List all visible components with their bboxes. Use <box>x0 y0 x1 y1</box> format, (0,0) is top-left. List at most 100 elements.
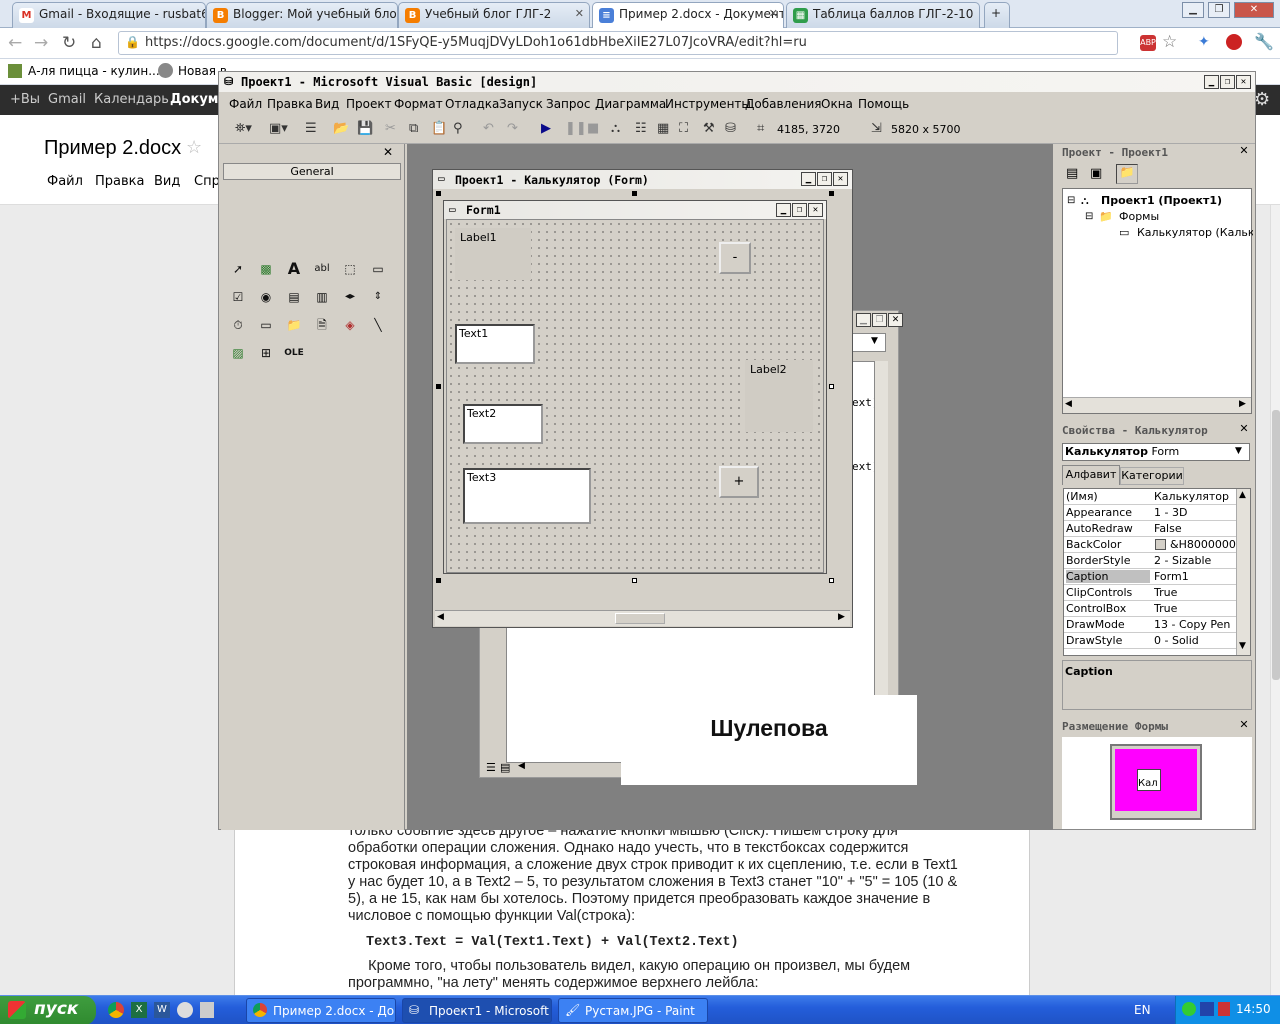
document-scrollbar[interactable] <box>1270 205 1280 995</box>
opera-icon[interactable] <box>1226 34 1242 50</box>
extension-icon[interactable]: ✦ <box>1198 34 1210 50</box>
reload-icon[interactable]: ↻ <box>62 33 76 53</box>
form1-client-area[interactable]: Label1 - Text1 Label2 Text2 Text3 + <box>446 219 824 573</box>
bookmark-item[interactable]: А-ля пицца - кулин... <box>28 64 160 78</box>
redo-icon[interactable]: ↷ <box>507 121 518 136</box>
commandbutton-tool-icon[interactable]: ▭ <box>367 258 389 280</box>
label-tool-icon[interactable]: A <box>283 258 305 280</box>
menu-help[interactable]: Помощь <box>858 97 909 111</box>
label1-control[interactable]: Label1 <box>455 228 531 280</box>
property-value[interactable]: Калькулятор <box>1154 490 1236 503</box>
star-icon[interactable]: ☆ <box>186 137 202 158</box>
object-browser-icon[interactable]: ⛶ <box>679 121 688 136</box>
excel-icon[interactable]: X <box>131 1002 147 1018</box>
gear-icon[interactable]: ⚙ <box>1254 89 1270 110</box>
minimize-button[interactable]: ▁ <box>801 172 816 186</box>
home-icon[interactable]: ⌂ <box>91 33 102 53</box>
language-indicator[interactable]: EN <box>1134 1003 1151 1017</box>
frame-tool-icon[interactable]: ⬚ <box>339 258 361 280</box>
back-icon[interactable]: ← <box>8 33 22 53</box>
scroll-right-icon[interactable]: ▶ <box>838 612 845 622</box>
gbar-plus[interactable]: +Вы <box>10 92 40 107</box>
word-icon[interactable]: W <box>154 1002 170 1018</box>
label2-control[interactable]: Label2 <box>745 360 813 432</box>
close-icon[interactable]: ✕ <box>769 7 778 20</box>
tab-sheets[interactable]: ▦ Таблица баллов ГЛГ-2-10 <box>786 2 980 28</box>
maximize-button[interactable]: ❐ <box>872 313 887 327</box>
checkbox-tool-icon[interactable]: ☑ <box>227 286 249 308</box>
taskbar-button-paint[interactable]: 🖌 Рустам.JPG - Paint <box>558 998 708 1023</box>
close-button[interactable]: ✕ <box>888 313 903 327</box>
resize-handle[interactable] <box>632 191 637 196</box>
scrollbar-thumb[interactable] <box>615 613 665 624</box>
listbox-tool-icon[interactable]: ▥ <box>311 286 333 308</box>
menu-view[interactable]: Вид <box>315 97 339 111</box>
star-icon[interactable]: ☆ <box>1162 32 1177 52</box>
close-icon[interactable]: ✕ <box>1237 145 1251 158</box>
resize-handle[interactable] <box>436 578 441 583</box>
scroll-down-icon[interactable]: ▼ <box>1239 641 1246 651</box>
open-icon[interactable]: 📂 <box>333 121 349 136</box>
pause-icon[interactable]: ❚❚ <box>565 121 587 136</box>
tab-blog[interactable]: B Учебный блог ГЛГ-2 ✕ <box>398 2 590 28</box>
restore-button[interactable]: ❐ <box>1208 2 1230 18</box>
add-project-icon[interactable]: ⛯▾ <box>235 121 252 136</box>
maximize-button[interactable]: ❐ <box>792 203 807 217</box>
scroll-up-icon[interactable]: ▲ <box>1239 490 1246 500</box>
menu-tools[interactable]: Инструменты <box>665 97 751 111</box>
start-button[interactable]: пуск <box>0 996 96 1024</box>
view-object-icon[interactable]: ▣ <box>1090 166 1102 181</box>
property-value[interactable]: False <box>1154 522 1236 535</box>
tab-docs[interactable]: ≡ Пример 2.docx - Документ ✕ <box>592 2 784 29</box>
find-icon[interactable]: ⚲ <box>453 121 463 136</box>
property-value[interactable]: True <box>1154 602 1236 615</box>
docs-menu-help[interactable]: Спр <box>194 174 220 189</box>
collapse-icon[interactable]: ⊟ <box>1085 211 1093 222</box>
menu-editor-icon[interactable]: ☰ <box>305 121 317 136</box>
shield-icon[interactable] <box>1218 1002 1230 1016</box>
scroll-left-icon[interactable]: ◀ <box>437 612 444 622</box>
close-icon[interactable]: ✕ <box>575 7 584 20</box>
properties-icon[interactable]: ☷ <box>635 121 647 136</box>
toolbox-icon[interactable]: ⚒ <box>703 121 715 136</box>
menu-format[interactable]: Формат <box>394 97 443 111</box>
tree-forms-folder[interactable]: Формы <box>1119 210 1159 223</box>
form-position-preview[interactable]: Кал <box>1137 769 1161 791</box>
property-row[interactable]: DrawMode 13 - Copy Pen <box>1064 617 1236 633</box>
tray-app-icon[interactable] <box>1200 1002 1214 1016</box>
tab-gmail[interactable]: M Gmail - Входящие - rusbat6 <box>12 2 206 28</box>
cut-icon[interactable]: ✂ <box>385 121 396 136</box>
undo-icon[interactable]: ↶ <box>483 121 494 136</box>
combobox-tool-icon[interactable]: ▤ <box>283 286 305 308</box>
resize-handle[interactable] <box>829 578 834 583</box>
full-module-view-icon[interactable]: ▤ <box>500 761 510 774</box>
drivelistbox-tool-icon[interactable]: ▭ <box>255 314 277 336</box>
picturebox-tool-icon[interactable]: ▩ <box>255 258 277 280</box>
resize-handle[interactable] <box>829 384 834 389</box>
menu-query[interactable]: Запрос <box>546 97 590 111</box>
property-value[interactable]: True <box>1154 586 1236 599</box>
form-layout-icon[interactable]: ▦ <box>657 121 669 136</box>
filelistbox-tool-icon[interactable]: 🗎 <box>311 314 333 336</box>
property-value[interactable]: Form1 <box>1154 570 1236 583</box>
property-row[interactable]: ControlBox True <box>1064 601 1236 617</box>
stop-icon[interactable]: ■ <box>587 121 599 136</box>
object-dropdown[interactable]: Калькулятор Form ▼ <box>1062 443 1250 461</box>
collapse-icon[interactable]: ⊟ <box>1067 195 1075 206</box>
text3-control[interactable]: Text3 <box>463 468 591 524</box>
vscrollbar-tool-icon[interactable]: ⇕ <box>367 286 389 308</box>
form1-title-bar[interactable]: ▭ Form1 ▁ ❐ ✕ <box>444 201 826 219</box>
property-row[interactable]: Appearance 1 - 3D <box>1064 505 1236 521</box>
clock[interactable]: 14:50 <box>1236 1002 1271 1016</box>
form-layout-panel[interactable]: Кал <box>1062 737 1252 829</box>
property-value[interactable]: 2 - Sizable <box>1154 554 1236 567</box>
scrollbar-thumb[interactable] <box>1272 410 1280 680</box>
menu-edit[interactable]: Правка <box>267 97 313 111</box>
minimize-button[interactable]: ▁ <box>1182 2 1204 18</box>
paste-icon[interactable]: 📋 <box>431 121 447 136</box>
toolbox-tab-general[interactable]: General <box>223 163 401 180</box>
close-button[interactable]: ✕ <box>1236 75 1251 89</box>
tree-form-item[interactable]: Калькулятор (Кальку. <box>1137 226 1253 239</box>
property-row[interactable]: BorderStyle 2 - Sizable <box>1064 553 1236 569</box>
property-row[interactable]: AutoRedraw False <box>1064 521 1236 537</box>
